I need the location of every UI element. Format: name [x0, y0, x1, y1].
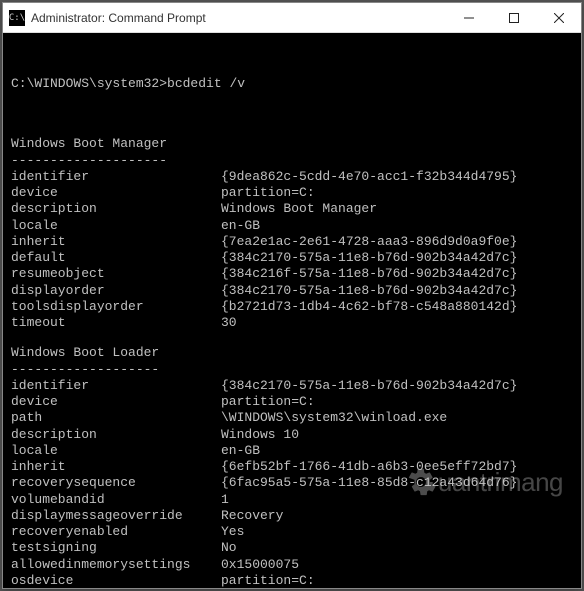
output-row: descriptionWindows 10	[11, 427, 573, 443]
output-key: displayorder	[11, 283, 221, 299]
output-value: {7ea2e1ac-2e61-4728-aaa3-896d9d0a9f0e}	[221, 234, 573, 250]
output-key: path	[11, 410, 221, 426]
output-key: description	[11, 427, 221, 443]
output-row: volumebandid1	[11, 492, 573, 508]
output-key: displaymessageoverride	[11, 508, 221, 524]
output-row: localeen-GB	[11, 218, 573, 234]
output-row: localeen-GB	[11, 443, 573, 459]
close-icon	[554, 13, 564, 23]
section-divider: -------------------	[11, 362, 573, 378]
output-value: No	[221, 540, 573, 556]
section-title: Windows Boot Manager	[11, 136, 573, 152]
section-divider: --------------------	[11, 153, 573, 169]
maximize-icon	[509, 13, 519, 23]
output-row: inherit{7ea2e1ac-2e61-4728-aaa3-896d9d0a…	[11, 234, 573, 250]
output-key: inherit	[11, 459, 221, 475]
output-key: allowedinmemorysettings	[11, 557, 221, 573]
prompt-line: C:\WINDOWS\system32>bcdedit /v	[11, 76, 573, 92]
section-title: Windows Boot Loader	[11, 345, 573, 361]
output-key: timeout	[11, 315, 221, 331]
output-value: Windows Boot Manager	[221, 201, 573, 217]
output-row: timeout30	[11, 315, 573, 331]
maximize-button[interactable]	[491, 3, 536, 32]
output-key: recoveryenabled	[11, 524, 221, 540]
output-value: {b2721d73-1db4-4c62-bf78-c548a880142d}	[221, 299, 573, 315]
prompt-path: C:\WINDOWS\system32>	[11, 76, 167, 91]
output-row: resumeobject{384c216f-575a-11e8-b76d-902…	[11, 266, 573, 282]
title-bar[interactable]: C:\ Administrator: Command Prompt	[3, 3, 581, 33]
output-row: identifier{9dea862c-5cdd-4e70-acc1-f32b3…	[11, 169, 573, 185]
output-key: testsigning	[11, 540, 221, 556]
output-key: device	[11, 185, 221, 201]
output-key: locale	[11, 443, 221, 459]
output-row: displaymessageoverrideRecovery	[11, 508, 573, 524]
output-row: toolsdisplayorder{b2721d73-1db4-4c62-bf7…	[11, 299, 573, 315]
prompt-command: bcdedit /v	[167, 76, 245, 91]
output-value: 30	[221, 315, 573, 331]
output-value: partition=C:	[221, 573, 573, 588]
output-key: locale	[11, 218, 221, 234]
window-title: Administrator: Command Prompt	[31, 11, 446, 25]
terminal-area[interactable]: C:\WINDOWS\system32>bcdedit /v Windows B…	[3, 33, 581, 588]
close-button[interactable]	[536, 3, 581, 32]
output-key: toolsdisplayorder	[11, 299, 221, 315]
output-key: identifier	[11, 378, 221, 394]
output-row: devicepartition=C:	[11, 394, 573, 410]
output-row: devicepartition=C:	[11, 185, 573, 201]
output-key: identifier	[11, 169, 221, 185]
output-key: description	[11, 201, 221, 217]
output-key: volumebandid	[11, 492, 221, 508]
output-value: en-GB	[221, 443, 573, 459]
output-key: device	[11, 394, 221, 410]
command-prompt-window: C:\ Administrator: Command Prompt C:\WIN…	[2, 2, 582, 589]
output-value: en-GB	[221, 218, 573, 234]
output-row: descriptionWindows Boot Manager	[11, 201, 573, 217]
output-value: {384c2170-575a-11e8-b76d-902b34a42d7c}	[221, 250, 573, 266]
output-row: osdevicepartition=C:	[11, 573, 573, 588]
output-value: partition=C:	[221, 394, 573, 410]
output-value: \WINDOWS\system32\winload.exe	[221, 410, 573, 426]
output-section: Windows Boot Manager--------------------…	[11, 136, 573, 331]
output-row: recoverysequence{6fac95a5-575a-11e8-85d8…	[11, 475, 573, 491]
minimize-button[interactable]	[446, 3, 491, 32]
output-row: displayorder{384c2170-575a-11e8-b76d-902…	[11, 283, 573, 299]
minimize-icon	[464, 13, 474, 23]
output-value: Yes	[221, 524, 573, 540]
output-key: default	[11, 250, 221, 266]
output-value: {6fac95a5-575a-11e8-85d8-c12a43d64d76}	[221, 475, 573, 491]
output-value: 1	[221, 492, 573, 508]
output-key: recoverysequence	[11, 475, 221, 491]
output-value: {6efb52bf-1766-41db-a6b3-0ee5eff72bd7}	[221, 459, 573, 475]
output-row: default{384c2170-575a-11e8-b76d-902b34a4…	[11, 250, 573, 266]
output-value: 0x15000075	[221, 557, 573, 573]
app-icon: C:\	[9, 10, 25, 26]
output-row: path\WINDOWS\system32\winload.exe	[11, 410, 573, 426]
output-value: {384c2170-575a-11e8-b76d-902b34a42d7c}	[221, 283, 573, 299]
output-key: inherit	[11, 234, 221, 250]
output-value: Windows 10	[221, 427, 573, 443]
output-row: recoveryenabledYes	[11, 524, 573, 540]
output-value: {9dea862c-5cdd-4e70-acc1-f32b344d4795}	[221, 169, 573, 185]
output-key: resumeobject	[11, 266, 221, 282]
output-row: allowedinmemorysettings0x15000075	[11, 557, 573, 573]
output-key: osdevice	[11, 573, 221, 588]
output-row: testsigningNo	[11, 540, 573, 556]
output-value: {384c2170-575a-11e8-b76d-902b34a42d7c}	[221, 378, 573, 394]
output-value: {384c216f-575a-11e8-b76d-902b34a42d7c}	[221, 266, 573, 282]
output-value: Recovery	[221, 508, 573, 524]
output-section: Windows Boot Loader-------------------id…	[11, 345, 573, 588]
output-row: identifier{384c2170-575a-11e8-b76d-902b3…	[11, 378, 573, 394]
output-value: partition=C:	[221, 185, 573, 201]
output-row: inherit{6efb52bf-1766-41db-a6b3-0ee5eff7…	[11, 459, 573, 475]
